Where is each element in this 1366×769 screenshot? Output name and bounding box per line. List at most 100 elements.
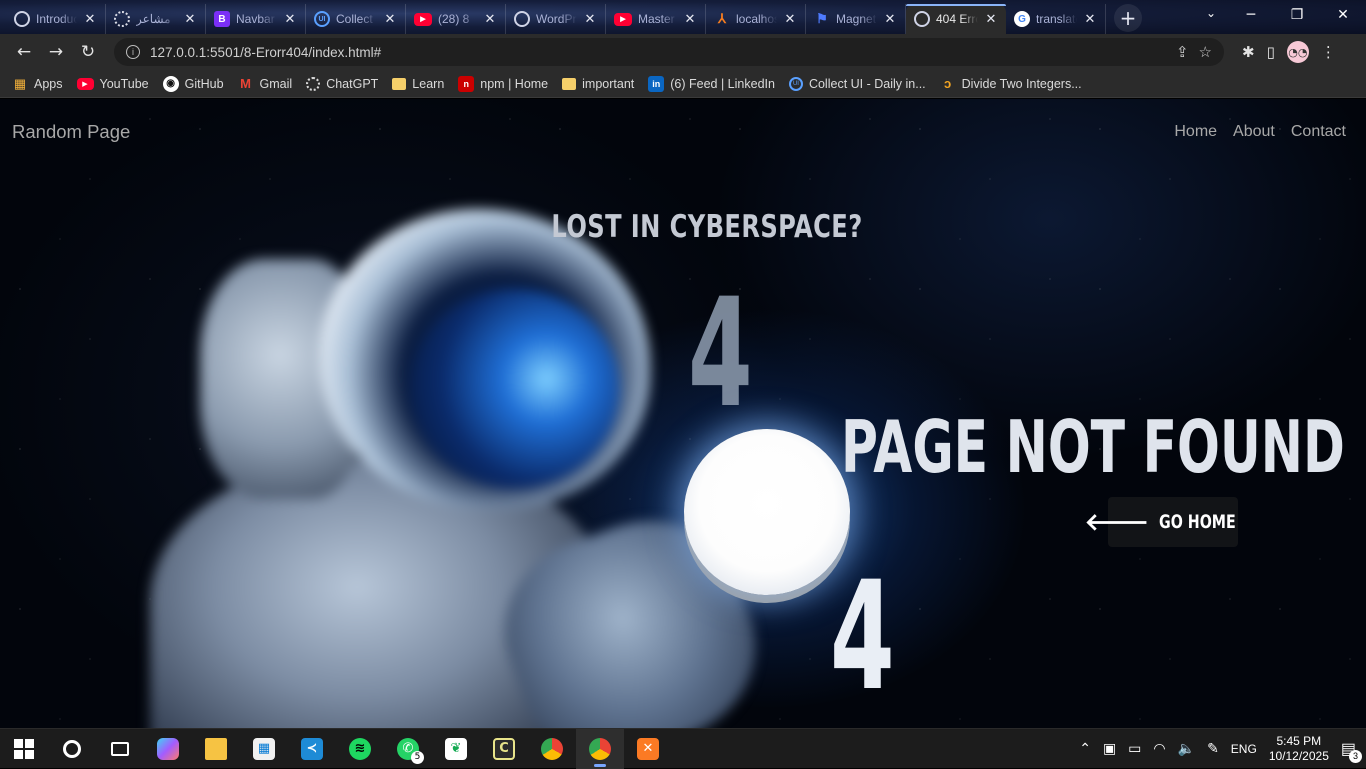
clock[interactable]: 5:45 PM 10/12/2025 bbox=[1269, 734, 1329, 764]
pen-icon[interactable]: ✎ bbox=[1207, 740, 1219, 757]
taskbar-file-explorer[interactable] bbox=[192, 729, 240, 769]
language-indicator[interactable]: ENG bbox=[1231, 742, 1257, 756]
leetcode-icon: ↄ bbox=[944, 76, 952, 91]
chatgpt-icon bbox=[306, 76, 321, 91]
reload-button[interactable]: ↻ bbox=[74, 38, 102, 66]
close-icon[interactable]: ✕ bbox=[483, 11, 497, 27]
bookmarks-bar: ▦ Apps ▶ YouTube ◉ GitHub M Gmail ChatGPT Le… bbox=[0, 70, 1366, 98]
browser-tab[interactable]: ⚑ Magnet ✕ bbox=[806, 4, 906, 34]
browser-tab[interactable]: B Navbar ✕ bbox=[206, 4, 306, 34]
battery-icon[interactable]: ▭ bbox=[1128, 740, 1141, 757]
tab-search-icon[interactable]: ⌄ bbox=[1206, 6, 1216, 20]
folder-icon bbox=[205, 737, 227, 760]
forward-button[interactable]: → bbox=[42, 38, 70, 66]
go-home-label: Go Home bbox=[1159, 511, 1236, 533]
apps-icon: ▦ bbox=[13, 75, 27, 91]
close-icon[interactable]: ✕ bbox=[383, 11, 397, 27]
browser-tab[interactable]: UI Collect ✕ bbox=[306, 4, 406, 34]
bookmark-learn[interactable]: Learn bbox=[392, 77, 444, 91]
task-view-button[interactable] bbox=[96, 729, 144, 769]
share-icon[interactable]: ⇪ bbox=[1176, 43, 1189, 61]
taskbar-chrome[interactable] bbox=[576, 728, 624, 769]
wifi-icon[interactable]: ◠ bbox=[1153, 740, 1165, 757]
close-icon[interactable]: ✕ bbox=[783, 11, 797, 27]
browser-tab[interactable]: ▶ (28) 8 ✕ bbox=[406, 4, 506, 34]
maximize-button[interactable]: ❐ bbox=[1274, 0, 1320, 30]
browser-tab[interactable]: WordPress✕ bbox=[506, 4, 606, 34]
close-icon[interactable]: ✕ bbox=[583, 11, 597, 27]
new-tab-button[interactable]: + bbox=[1114, 4, 1142, 32]
start-button[interactable] bbox=[0, 729, 48, 769]
nav-link-about[interactable]: About bbox=[1233, 123, 1275, 141]
globe-icon bbox=[514, 11, 530, 27]
taskbar-chrome-profile[interactable] bbox=[528, 729, 576, 769]
close-icon[interactable]: ✕ bbox=[683, 11, 697, 27]
bookmark-gmail[interactable]: M Gmail bbox=[238, 76, 292, 92]
taskbar-camtasia[interactable]: C bbox=[480, 729, 528, 769]
close-icon[interactable]: ✕ bbox=[283, 11, 297, 27]
browser-tab[interactable]: ▶ Master ✕ bbox=[606, 4, 706, 34]
browser-tab[interactable]: Gtranslate✕ bbox=[1006, 4, 1106, 34]
linkedin-icon: in bbox=[648, 75, 665, 92]
bookmark-leetcode[interactable]: ↄ Divide Two Integers... bbox=[940, 76, 1082, 92]
browser-tab[interactable]: Introduction✕ bbox=[6, 4, 106, 34]
side-panel-icon[interactable]: ▯ bbox=[1267, 43, 1275, 61]
tab-strip: Introduction✕ مشاعر✕ BNavbar✕ UICollect✕… bbox=[0, 0, 1366, 34]
go-home-button[interactable]: 🡐 Go Home bbox=[1085, 497, 1238, 547]
browser-tab[interactable]: ⅄localhost✕ bbox=[706, 4, 806, 34]
bookmark-npm[interactable]: n npm | Home bbox=[458, 75, 548, 92]
bookmark-youtube[interactable]: ▶ YouTube bbox=[76, 77, 149, 91]
chevron-up-icon[interactable]: ⌃ bbox=[1079, 740, 1091, 757]
back-button[interactable]: ← bbox=[10, 38, 38, 66]
close-icon[interactable]: ✕ bbox=[984, 11, 998, 27]
nav-link-home[interactable]: Home bbox=[1174, 123, 1217, 141]
bookmark-important[interactable]: important bbox=[562, 77, 634, 91]
notification-icon[interactable]: ▤ 3 bbox=[1341, 739, 1362, 763]
bookmark-chatgpt[interactable]: ChatGPT bbox=[306, 76, 378, 91]
lost-heading: Lost in cyberspace? bbox=[551, 209, 863, 245]
bootstrap-icon: B bbox=[214, 11, 230, 27]
globe-icon bbox=[914, 11, 930, 27]
profile-avatar[interactable]: ◔◔ bbox=[1286, 41, 1309, 63]
site-navbar: Random Page Home About Contact bbox=[0, 99, 1366, 165]
bookmark-star-icon[interactable]: ☆ bbox=[1199, 43, 1212, 61]
close-icon[interactable]: ✕ bbox=[1083, 11, 1097, 27]
nav-link-contact[interactable]: Contact bbox=[1291, 123, 1346, 141]
site-info-icon[interactable]: i bbox=[126, 45, 140, 59]
youtube-icon: ▶ bbox=[76, 77, 94, 90]
globe-icon bbox=[14, 11, 30, 27]
collectui-icon: UI bbox=[314, 11, 330, 27]
navbar-brand[interactable]: Random Page bbox=[12, 121, 130, 143]
close-icon[interactable]: ✕ bbox=[883, 11, 897, 27]
browser-tab-active[interactable]: 404 Error✕ bbox=[906, 4, 1006, 34]
taskbar-xampp[interactable]: ✕ bbox=[624, 729, 672, 769]
close-icon[interactable]: ✕ bbox=[83, 11, 97, 27]
taskbar-search-button[interactable] bbox=[48, 729, 96, 769]
bookmark-collectui[interactable]: UI Collect UI - Daily in... bbox=[788, 76, 926, 91]
mongodb-icon: ❦ bbox=[445, 737, 467, 760]
glowing-moon-zero bbox=[684, 429, 850, 595]
taskbar-whatsapp[interactable]: ✆ 5 bbox=[384, 729, 432, 769]
bookmark-github[interactable]: ◉ GitHub bbox=[162, 75, 224, 92]
bookmark-apps[interactable]: ▦ Apps bbox=[12, 76, 63, 92]
address-bar[interactable]: i 127.0.0.1:5501/8-Erorr404/index.html# … bbox=[114, 38, 1224, 66]
bookmark-linkedin[interactable]: in (6) Feed | LinkedIn bbox=[648, 75, 775, 92]
url-text[interactable]: 127.0.0.1:5501/8-Erorr404/index.html# bbox=[150, 45, 1166, 60]
windows-taskbar: ▦ ≺ ≋ ✆ 5 ❦ C ✕ ⌃ ▣ ▭ ◠ 🔈 ✎ ENG 5:45 PM 1… bbox=[0, 728, 1366, 769]
minimize-button[interactable]: ─ bbox=[1228, 0, 1274, 30]
npm-icon: n bbox=[458, 75, 475, 92]
extensions-icon[interactable]: ✱ bbox=[1242, 43, 1255, 61]
browser-tab[interactable]: مشاعر ✕ bbox=[106, 4, 206, 34]
clock-time: 5:45 PM bbox=[1276, 733, 1322, 748]
close-window-button[interactable]: ✕ bbox=[1320, 0, 1366, 30]
taskbar-vscode[interactable]: ≺ bbox=[288, 729, 336, 769]
taskbar-copilot[interactable] bbox=[144, 729, 192, 769]
taskbar-spotify[interactable]: ≋ bbox=[336, 729, 384, 769]
volume-icon[interactable]: 🔈 bbox=[1178, 740, 1195, 757]
close-icon[interactable]: ✕ bbox=[183, 11, 197, 27]
taskbar-store[interactable]: ▦ bbox=[240, 729, 288, 769]
taskbar-mongodb[interactable]: ❦ bbox=[432, 729, 480, 769]
copilot-icon bbox=[157, 737, 179, 760]
camera-icon[interactable]: ▣ bbox=[1103, 740, 1116, 757]
menu-icon[interactable]: ⋮ bbox=[1321, 43, 1336, 61]
